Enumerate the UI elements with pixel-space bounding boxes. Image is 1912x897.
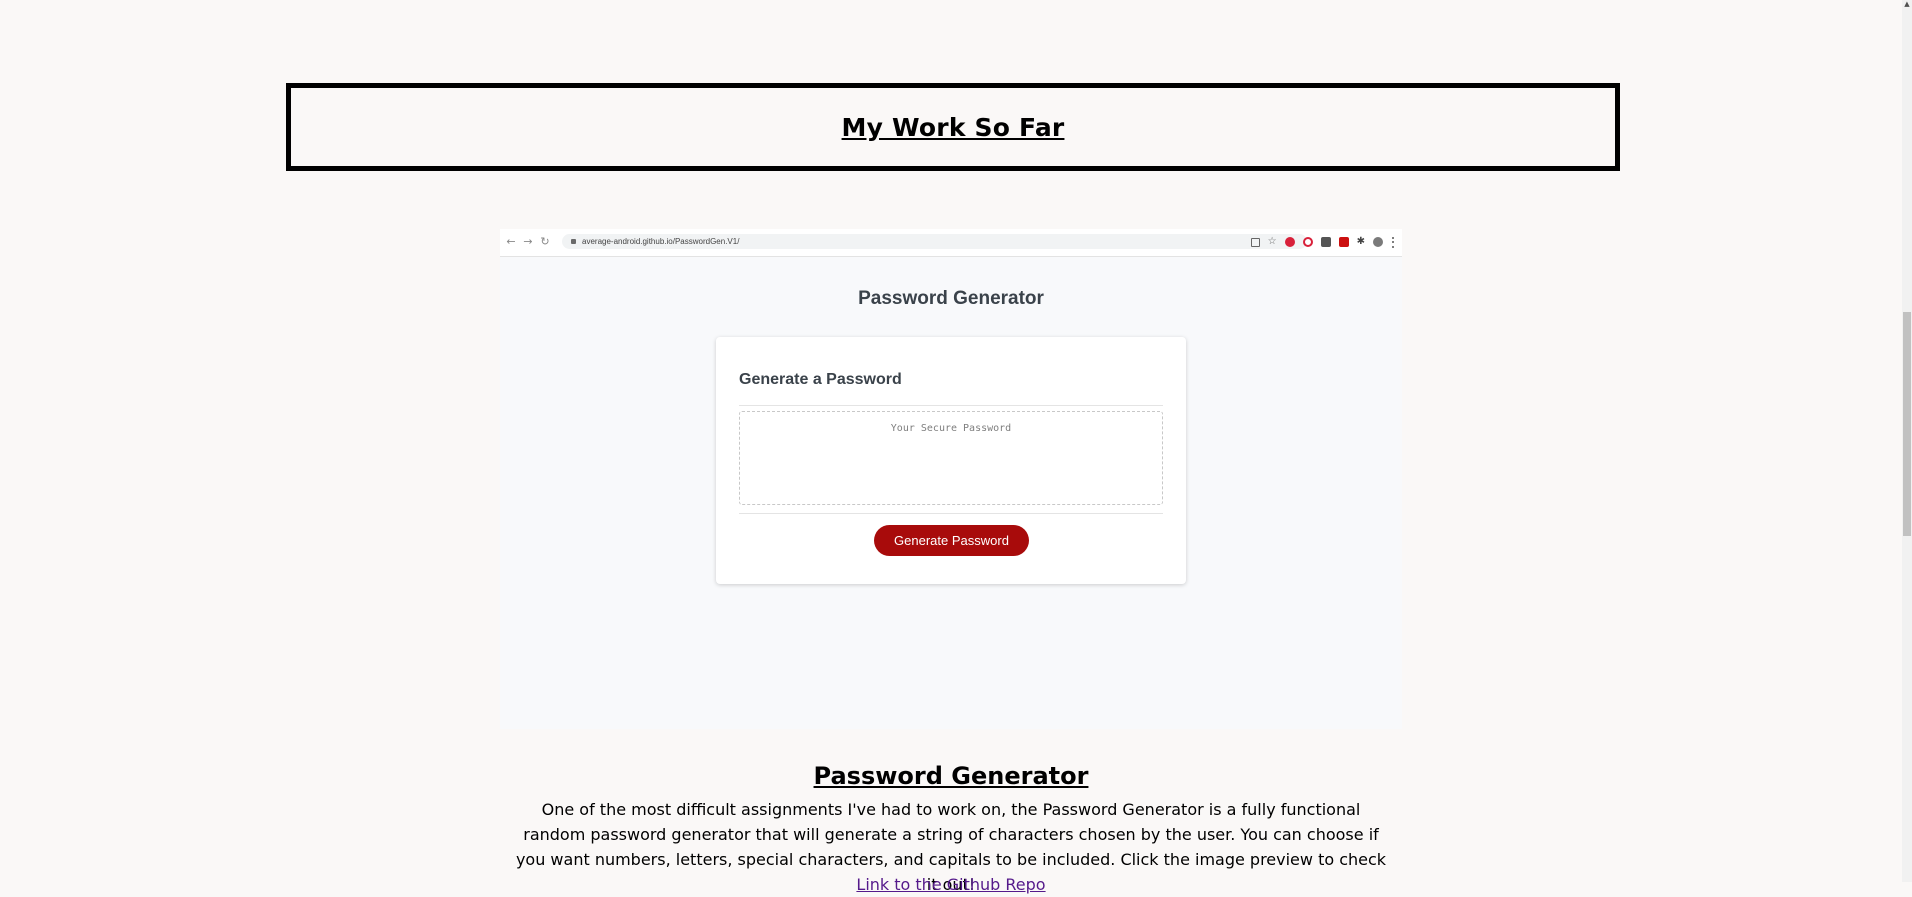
lock-icon <box>571 239 576 244</box>
project-preview-image[interactable]: ← → ↻ average-android.github.io/Password… <box>500 229 1402 729</box>
card-header: Generate a Password <box>739 371 902 388</box>
menu-dots-icon <box>1391 236 1394 248</box>
password-textarea[interactable] <box>739 411 1163 505</box>
github-repo-link[interactable]: Link to the Github Repo <box>0 872 1902 897</box>
puzzle-icon: ✱ <box>1356 236 1365 247</box>
address-bar: average-android.github.io/PasswordGen.V1… <box>562 234 1307 249</box>
extension-icon-4 <box>1338 237 1349 247</box>
extension-icon-2 <box>1302 237 1313 247</box>
scrollbar-thumb[interactable] <box>1903 312 1911 536</box>
browser-toolbar: ← → ↻ average-android.github.io/Password… <box>500 229 1402 257</box>
project-title: Password Generator <box>813 762 1089 790</box>
section-header-box: My Work So Far <box>286 83 1620 171</box>
profile-icon <box>1373 237 1383 247</box>
card-divider-bottom <box>739 513 1163 514</box>
extension-icon-3 <box>1320 237 1331 247</box>
extension-icons: ☆ ✱ <box>1250 235 1394 249</box>
app-title: Password Generator <box>858 288 1044 309</box>
address-bar-url: average-android.github.io/PasswordGen.V1… <box>582 237 740 246</box>
active-tab-indicator <box>780 229 880 231</box>
reload-icon: ↻ <box>540 235 550 248</box>
vertical-scrollbar[interactable]: ▲ <box>1902 0 1912 882</box>
card-divider-top <box>739 405 1163 406</box>
arrow-left-icon: ← <box>506 235 516 248</box>
portfolio-page: My Work So Far ← → ↻ average-android.git… <box>0 0 1898 894</box>
star-icon: ☆ <box>1267 236 1277 247</box>
password-card: Generate a Password Your Secure Password… <box>716 337 1186 584</box>
section-title: My Work So Far <box>841 112 1065 142</box>
share-icon <box>1250 237 1260 247</box>
generate-password-button[interactable]: Generate Password <box>874 525 1029 556</box>
extension-icon-1 <box>1284 237 1295 247</box>
scroll-up-arrow-icon[interactable]: ▲ <box>1903 0 1911 8</box>
arrow-right-icon: → <box>523 235 533 248</box>
